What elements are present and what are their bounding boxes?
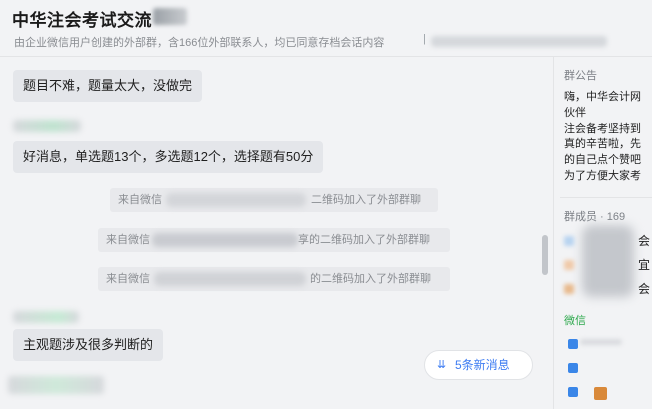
announcement-text[interactable]: 嗨，中华会计网 伙伴 注会备考坚持到 真的辛苦啦，先 的自己点个赞吧 为了方便大… <box>564 90 641 185</box>
notice-redaction <box>154 272 306 286</box>
notice-redaction <box>166 193 306 207</box>
chat-header: 中华注会考试交流 由企业微信用户创建的外部群，含166位外部联系人，均已同意存档… <box>0 0 652 57</box>
member-name: 会 <box>638 282 651 296</box>
notice-redaction <box>152 233 298 247</box>
wechat-contact-icon[interactable] <box>568 387 578 397</box>
avatar <box>564 284 574 294</box>
message-bubble[interactable]: 主观题涉及很多判断的 <box>13 329 164 361</box>
subtitle-separator: | <box>423 33 426 45</box>
announcement-line: 嗨，中华会计网 <box>564 91 641 103</box>
double-chevron-down-icon: ⇊ <box>437 359 447 371</box>
message-list[interactable]: 题目不难，题量太大，没做完 好消息，单选题13个，多选题12个，选择题有50分 … <box>0 57 552 409</box>
avatar <box>564 236 574 246</box>
group-description: 由企业微信用户创建的外部群，含166位外部联系人，均已同意存档会话内容 <box>14 37 385 49</box>
member-list-redaction <box>582 225 634 297</box>
system-notice: 来自微信 享的二维码加入了外部群聊 <box>98 228 450 252</box>
notice-prefix: 来自微信 <box>106 234 150 246</box>
announcement-line: 伙伴 <box>564 106 586 119</box>
announcement-title: 群公告 <box>564 70 597 82</box>
member-name: 会 <box>638 234 651 248</box>
system-notice: 来自微信 的二维码加入了外部群聊 <box>98 267 450 291</box>
notice-prefix: 来自微信 <box>118 194 162 206</box>
message-bubble[interactable]: 好消息，单选题13个，多选题12个，选择题有50分 <box>13 141 324 173</box>
divider <box>560 197 652 198</box>
message-bubble[interactable]: 题目不难，题量太大，没做完 <box>13 70 203 102</box>
wechat-contact-icon[interactable] <box>568 339 578 349</box>
members-title[interactable]: 群成员 · 169 <box>564 208 625 224</box>
announcement-line: 注会备考坚持到 <box>564 122 641 135</box>
title-redaction <box>153 8 187 25</box>
new-messages-label: 5条新消息 <box>455 358 510 372</box>
notice-suffix: 的二维码加入了外部群聊 <box>310 273 431 285</box>
notice-suffix: 二维码加入了外部群聊 <box>311 194 421 206</box>
avatar <box>564 260 574 270</box>
group-info-panel: 群公告 嗨，中华会计网 伙伴 注会备考坚持到 真的辛苦啦，先 的自己点个赞吧 为… <box>553 57 652 409</box>
new-messages-button[interactable]: ⇊ 5条新消息 <box>424 350 533 380</box>
wechat-contact-icon[interactable] <box>568 363 578 373</box>
subtitle-redaction <box>431 36 607 47</box>
wechat-contact-icon[interactable] <box>594 387 607 400</box>
member-name: 宜 <box>638 258 651 272</box>
sender-name-redaction <box>13 120 81 132</box>
notice-prefix: 来自微信 <box>106 273 150 285</box>
announcement-line: 的自己点个赞吧 <box>564 154 641 167</box>
contact-redaction <box>580 339 622 345</box>
wechat-label: 微信 <box>564 315 586 327</box>
sender-name-redaction <box>8 376 104 394</box>
sender-name-redaction <box>13 311 79 323</box>
notice-suffix: 享的二维码加入了外部群聊 <box>298 234 430 246</box>
announcement-line: 真的辛苦啦，先 <box>564 138 641 151</box>
group-title[interactable]: 中华注会考试交流 <box>12 6 152 31</box>
announcement-line: 为了方便大家考 <box>564 169 641 182</box>
system-notice: 来自微信 二维码加入了外部群聊 <box>110 188 438 212</box>
scrollbar-thumb[interactable] <box>542 235 548 275</box>
